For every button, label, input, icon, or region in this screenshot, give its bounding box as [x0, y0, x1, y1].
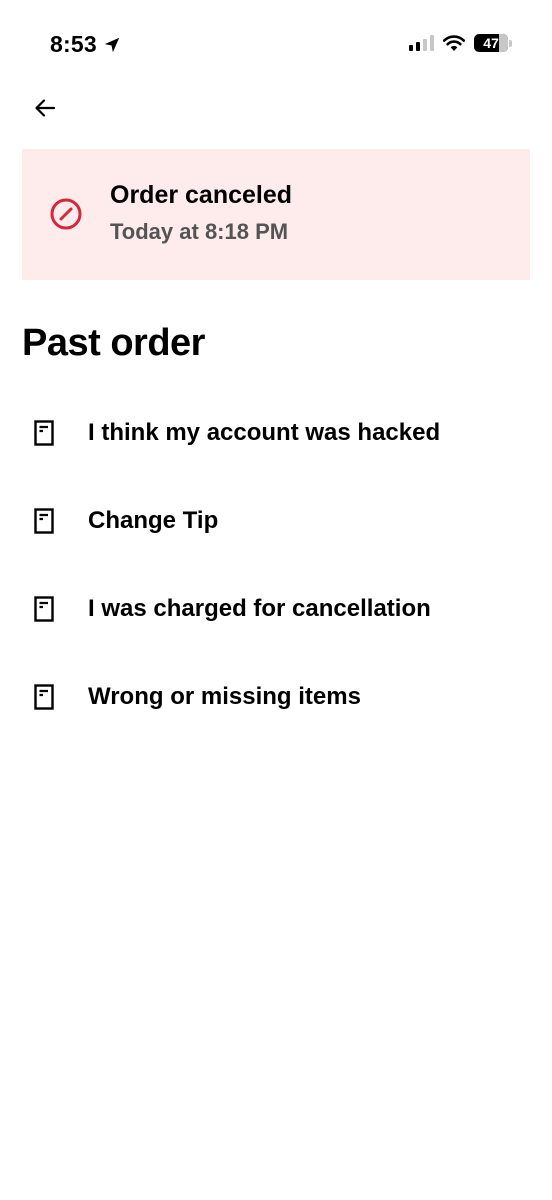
order-status-time: Today at 8:18 PM [110, 219, 289, 244]
document-icon [34, 684, 54, 710]
wifi-icon [442, 35, 466, 51]
topic-label: Change Tip [88, 507, 219, 534]
document-icon [34, 420, 54, 446]
document-icon [34, 596, 54, 622]
location-arrow-icon [104, 37, 120, 52]
help-topic-list: I think my account was hacked Change Tip… [0, 389, 552, 741]
topic-label: Wrong or missing items [88, 683, 361, 710]
order-status-title: Order canceled [110, 181, 293, 209]
battery-icon: 47 [474, 34, 508, 52]
topic-wrong-missing-items[interactable]: Wrong or missing items [0, 653, 552, 741]
back-arrow-icon [35, 99, 56, 117]
page-title: Past order [22, 322, 205, 364]
back-button[interactable] [30, 93, 60, 123]
cellular-signal-icon [409, 35, 434, 51]
battery-level: 47 [483, 35, 499, 51]
status-time: 8:53 [50, 31, 121, 58]
order-status-banner: Order canceled Today at 8:18 PM [22, 149, 530, 280]
topic-label: I was charged for cancellation [88, 595, 431, 622]
topic-label: I think my account was hacked [88, 419, 441, 446]
topic-account-hacked[interactable]: I think my account was hacked [0, 389, 552, 477]
topic-change-tip[interactable]: Change Tip [0, 477, 552, 565]
document-icon [34, 508, 54, 534]
clock-text: 8:53 [50, 31, 97, 57]
canceled-icon [50, 198, 82, 230]
status-bar: 8:53 47 [0, 0, 552, 90]
status-indicators: 47 [409, 34, 512, 52]
topic-charged-cancellation[interactable]: I was charged for cancellation [0, 565, 552, 653]
